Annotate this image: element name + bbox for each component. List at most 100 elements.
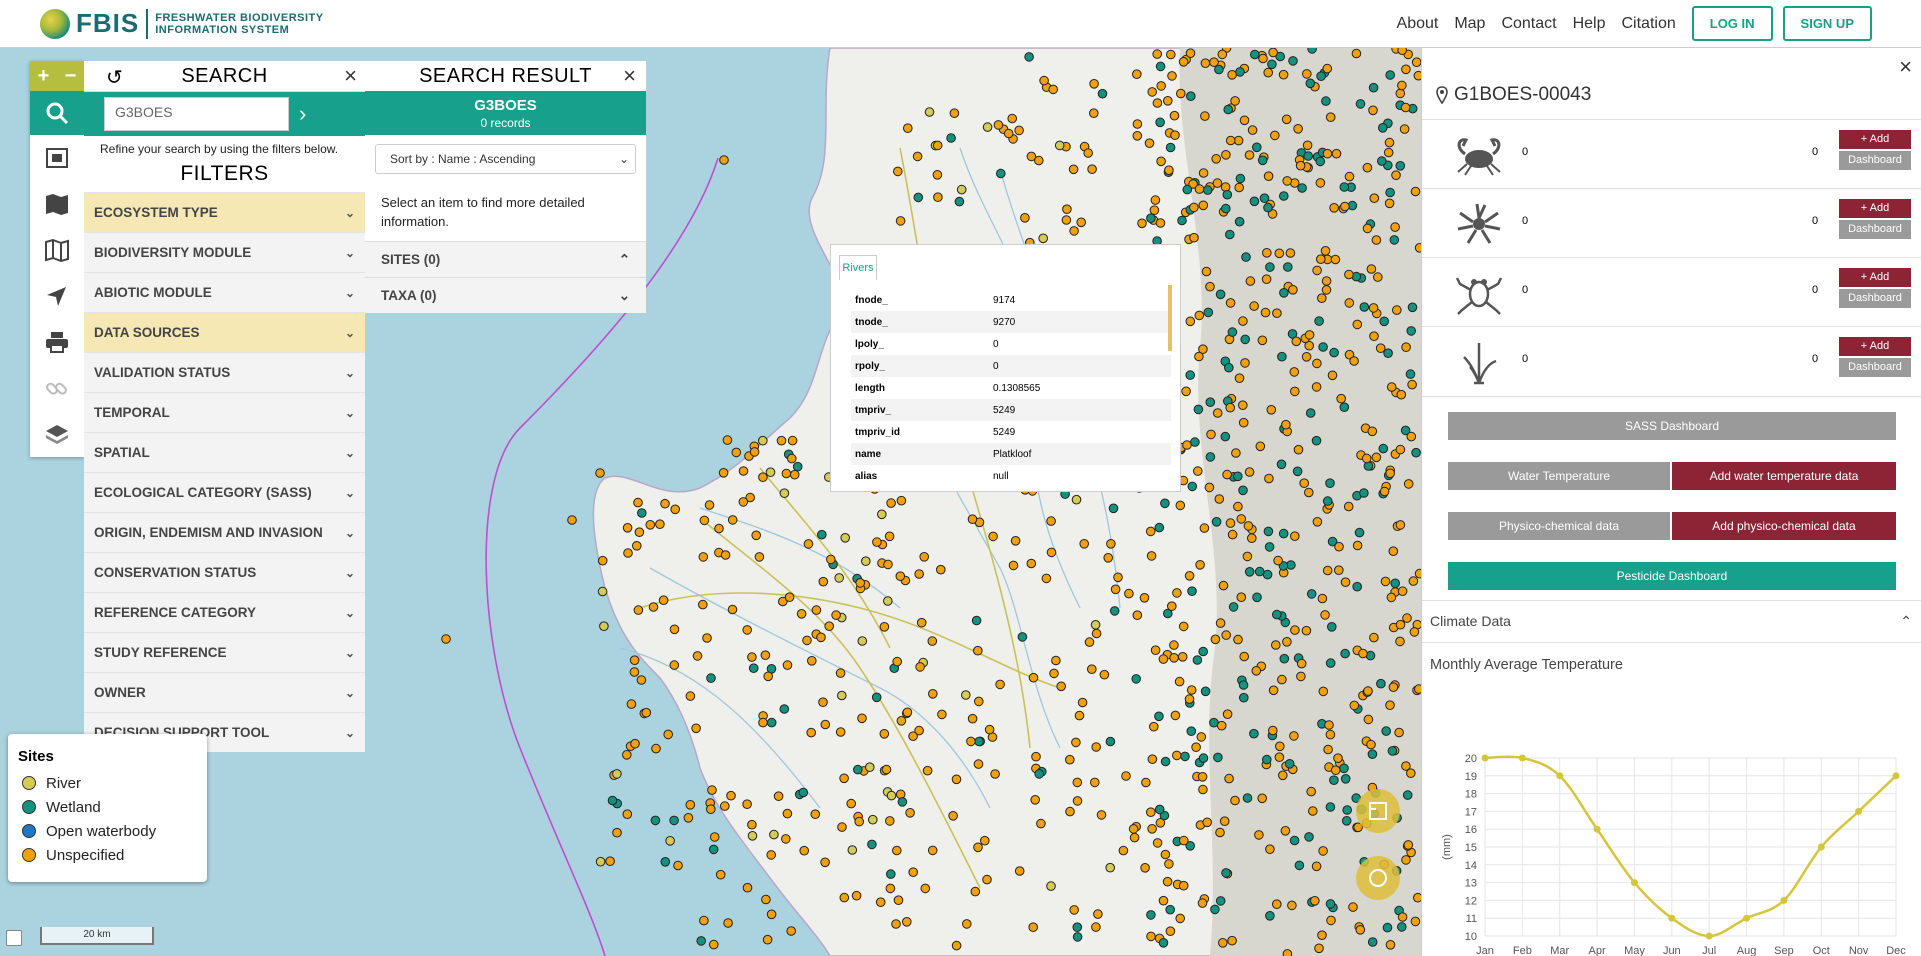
map-layer-tool[interactable] — [30, 181, 84, 227]
taxa-accordion[interactable]: TAXA (0) ⌄ — [365, 277, 646, 313]
site-marker — [1147, 824, 1157, 834]
dashboard-button[interactable]: Dashboard — [1839, 220, 1911, 239]
site-marker — [1221, 150, 1231, 160]
search-tool-button[interactable] — [30, 91, 84, 135]
sass-fab[interactable] — [1356, 856, 1400, 900]
polygon-select-tool[interactable] — [30, 135, 84, 181]
site-marker — [1390, 222, 1400, 232]
pesticide-dashboard-button[interactable]: Pesticide Dashboard — [1448, 562, 1896, 590]
nav-contact[interactable]: Contact — [1501, 15, 1556, 33]
site-marker — [1383, 348, 1393, 359]
filter-data-sources[interactable]: DATA SOURCES ⌄ — [84, 312, 365, 352]
sites-accordion[interactable]: SITES (0) ⌃ — [365, 241, 646, 277]
nav-map[interactable]: Map — [1454, 15, 1485, 33]
filter-ecosystem-type[interactable]: ECOSYSTEM TYPE ⌄ — [84, 192, 365, 232]
site-marker — [1039, 75, 1049, 86]
print-tool[interactable] — [30, 319, 84, 365]
nav-citation[interactable]: Citation — [1622, 15, 1676, 33]
site-marker — [879, 729, 890, 739]
add-water-temperature-button[interactable]: Add water temperature data — [1672, 462, 1896, 490]
x-tick-label: Jun — [1663, 945, 1681, 956]
layers-tool[interactable] — [30, 411, 84, 457]
taxa-count-2: 0 — [1812, 284, 1819, 296]
filter-biodiversity-module[interactable]: BIODIVERSITY MODULE ⌄ — [84, 232, 365, 272]
top-navbar: FBIS FRESHWATER BIODIVERSITY INFORMATION… — [0, 0, 1921, 48]
close-site-panel-icon[interactable]: × — [1899, 54, 1912, 80]
site-marker — [1068, 164, 1079, 175]
add-physico-chemical-button[interactable]: Add physico-chemical data — [1672, 512, 1896, 540]
site-marker — [913, 192, 924, 203]
site-marker — [1212, 408, 1223, 418]
close-search-icon[interactable]: × — [344, 63, 357, 89]
search-panel: ↺ SEARCH × G3BOES › Refine your search b… — [84, 61, 365, 752]
site-marker — [1046, 547, 1057, 558]
site-marker — [1395, 88, 1406, 99]
site-marker — [1146, 551, 1157, 561]
site-marker — [1221, 630, 1231, 640]
map-tool-fab[interactable] — [1356, 789, 1400, 833]
dashboard-button[interactable]: Dashboard — [1839, 289, 1911, 308]
filter-conservation-status[interactable]: CONSERVATION STATUS ⌄ — [84, 552, 365, 592]
filter-reference-category[interactable]: REFERENCE CATEGORY ⌄ — [84, 592, 365, 632]
popup-tab-rivers[interactable]: Rivers — [839, 255, 877, 280]
locate-tool[interactable] — [30, 273, 84, 319]
search-input[interactable]: G3BOES — [104, 97, 289, 131]
site-marker — [685, 800, 696, 810]
filter-spatial[interactable]: SPATIAL ⌄ — [84, 432, 365, 472]
add-record-button[interactable]: + Add — [1839, 199, 1911, 218]
add-record-button[interactable]: + Add — [1839, 268, 1911, 287]
site-marker — [1072, 922, 1083, 933]
site-marker — [1339, 402, 1350, 413]
search-submit-chevron-icon[interactable]: › — [299, 101, 306, 127]
filter-temporal[interactable]: TEMPORAL ⌄ — [84, 392, 365, 432]
site-marker — [1072, 932, 1083, 942]
link-tool[interactable] — [30, 365, 84, 411]
basemap-tool[interactable] — [30, 227, 84, 273]
nav-about[interactable]: About — [1397, 15, 1439, 33]
site-marker — [1395, 636, 1405, 647]
filter-study-reference[interactable]: STUDY REFERENCE ⌄ — [84, 632, 365, 672]
sass-dashboard-button[interactable]: SASS Dashboard — [1448, 412, 1896, 440]
site-marker — [1292, 466, 1303, 477]
reset-search-icon[interactable]: ↺ — [106, 65, 123, 90]
physico-chemical-button[interactable]: Physico-chemical data — [1448, 512, 1670, 540]
site-marker — [1325, 112, 1336, 122]
login-button[interactable]: LOG IN — [1691, 6, 1773, 41]
site-marker — [1281, 419, 1291, 430]
popup-scrollbar[interactable] — [1168, 285, 1172, 351]
zoom-in-button[interactable]: + — [30, 61, 57, 91]
site-marker — [840, 533, 851, 543]
add-record-button[interactable]: + Add — [1839, 337, 1911, 356]
site-marker — [1149, 721, 1159, 732]
nav-help[interactable]: Help — [1573, 15, 1606, 33]
site-marker — [1274, 248, 1285, 259]
site-marker — [1271, 640, 1281, 650]
filter-validation-status[interactable]: VALIDATION STATUS ⌄ — [84, 352, 365, 392]
site-marker — [1194, 351, 1204, 362]
filter-owner[interactable]: OWNER ⌄ — [84, 672, 365, 712]
site-marker — [1193, 404, 1204, 415]
site-marker — [742, 799, 752, 810]
sort-select[interactable]: Sort by : Name : Ascending ⌄ — [375, 144, 636, 174]
site-marker — [722, 435, 733, 445]
filter-origin-endemism-and-invasion[interactable]: ORIGIN, ENDEMISM AND INVASION ⌄ — [84, 512, 365, 552]
climate-data-accordion[interactable]: Climate Data ⌃ — [1422, 600, 1921, 643]
water-temperature-button[interactable]: Water Temperature — [1448, 462, 1670, 490]
dashboard-button[interactable]: Dashboard — [1839, 358, 1911, 377]
signup-button[interactable]: SIGN UP — [1782, 6, 1872, 41]
map-settings-button[interactable] — [6, 930, 22, 946]
filter-ecological-category-sass[interactable]: ECOLOGICAL CATEGORY (SASS) ⌄ — [84, 472, 365, 512]
fbis-logo[interactable]: FBIS FRESHWATER BIODIVERSITY INFORMATION… — [40, 8, 324, 39]
site-marker — [835, 668, 846, 678]
site-marker — [1304, 330, 1315, 340]
site-marker — [1184, 694, 1195, 704]
dashboard-button[interactable]: Dashboard — [1839, 151, 1911, 170]
site-marker — [1210, 634, 1221, 645]
close-result-icon[interactable]: × — [623, 63, 636, 89]
site-marker — [831, 610, 841, 620]
site-marker — [1041, 573, 1052, 584]
zoom-out-button[interactable]: − — [57, 61, 84, 91]
filter-label: ECOSYSTEM TYPE — [94, 205, 218, 220]
filter-abiotic-module[interactable]: ABIOTIC MODULE ⌄ — [84, 272, 365, 312]
add-record-button[interactable]: + Add — [1839, 130, 1911, 149]
